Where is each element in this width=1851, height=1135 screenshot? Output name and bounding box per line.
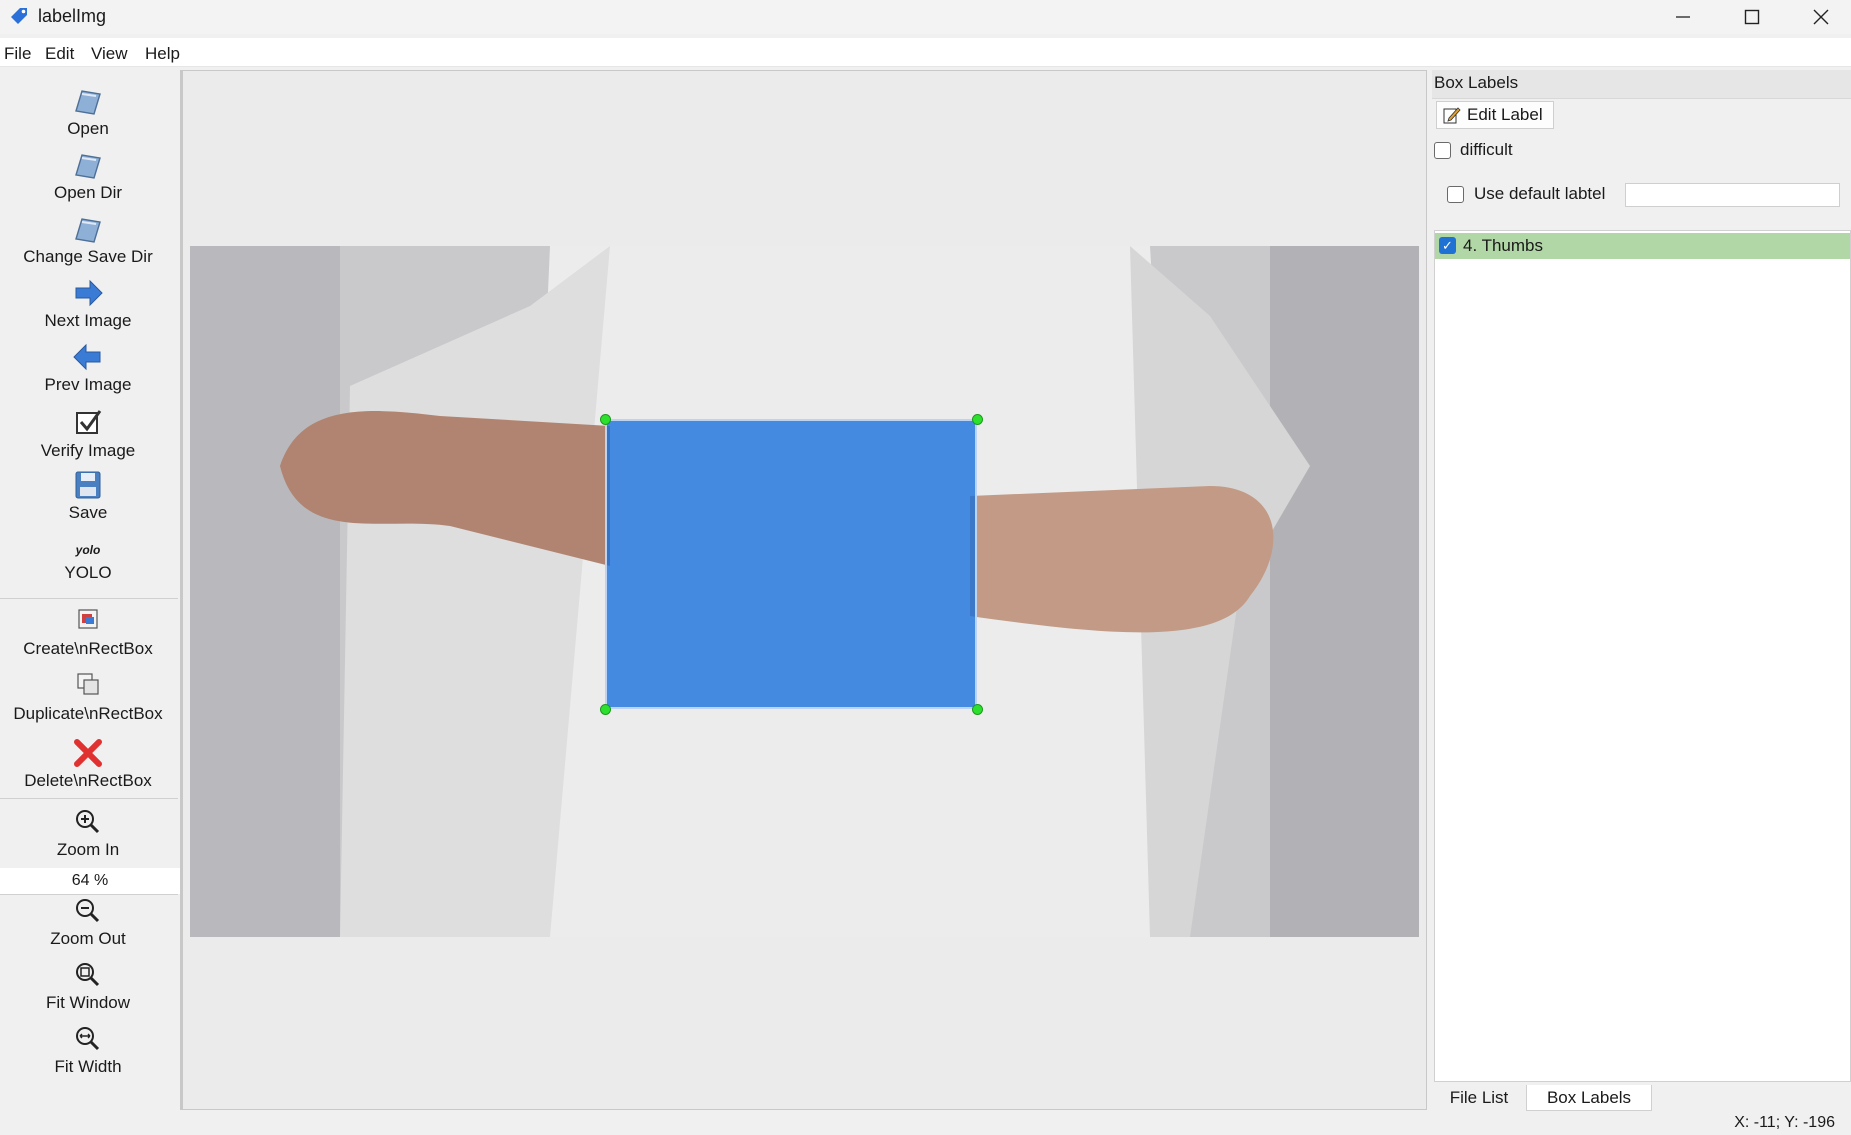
- window-title: labelImg: [38, 6, 107, 26]
- yolo-label: YOLO: [64, 563, 112, 582]
- open-folder-icon: [75, 90, 101, 115]
- default-label-input[interactable]: [1625, 183, 1840, 207]
- open-button[interactable]: Open: [0, 86, 176, 139]
- zoom-out-button[interactable]: Zoom Out: [0, 896, 176, 949]
- duplicate-rect-box-button[interactable]: Duplicate\nRectBox: [0, 671, 176, 724]
- save-label: Save: [68, 503, 108, 522]
- zoom-in-label: Zoom In: [56, 840, 120, 859]
- delete-rect-box-label: Delete\nRectBox: [24, 771, 152, 790]
- prev-image-button[interactable]: Prev Image: [0, 342, 176, 395]
- toolbar-divider: [0, 798, 178, 799]
- box-labels-panel: Box Labels Edit Label difficult Use defa…: [1432, 70, 1851, 1110]
- zoom-out-label: Zoom Out: [50, 929, 126, 948]
- menu-bar: File Edit View Help: [0, 38, 1851, 67]
- zoom-out-icon: [76, 899, 100, 923]
- edit-label-text: Edit Label: [1467, 105, 1543, 124]
- create-rect-box-button[interactable]: Create\nRectBox: [0, 606, 176, 659]
- title-bar: labelImg: [0, 0, 1851, 34]
- create-box-icon: [78, 609, 98, 629]
- zoom-in-button[interactable]: Zoom In: [0, 807, 176, 860]
- menu-file[interactable]: File: [4, 44, 31, 64]
- next-image-button[interactable]: Next Image: [0, 278, 176, 331]
- difficult-label: difficult: [1460, 140, 1513, 159]
- label-item-checkbox[interactable]: ✓: [1439, 237, 1456, 254]
- menu-help[interactable]: Help: [145, 44, 180, 64]
- duplicate-icon: [77, 673, 99, 695]
- box-handle-top-right[interactable]: [972, 414, 983, 425]
- arrow-right-icon: [75, 279, 103, 307]
- arrow-left-icon: [73, 343, 101, 371]
- tab-file-list[interactable]: File List: [1436, 1085, 1522, 1111]
- minimize-button[interactable]: [1652, 0, 1714, 34]
- change-save-dir-icon: [75, 218, 101, 243]
- menu-view[interactable]: View: [91, 44, 128, 64]
- verify-image-button[interactable]: Verify Image: [0, 408, 176, 461]
- box-handle-top-left[interactable]: [600, 414, 611, 425]
- use-default-label-text: Use default labtel: [1474, 184, 1606, 203]
- minimize-icon: [1676, 16, 1690, 18]
- close-button[interactable]: [1790, 0, 1851, 34]
- difficult-checkbox[interactable]: [1434, 142, 1451, 159]
- prev-image-label: Prev Image: [44, 375, 132, 394]
- fit-width-icon: [76, 1027, 100, 1051]
- delete-rect-box-button[interactable]: Delete\nRectBox: [0, 738, 176, 791]
- zoom-in-icon: [76, 810, 100, 834]
- open-label: Open: [67, 119, 109, 138]
- yolo-format-button[interactable]: yolo YOLO: [0, 540, 176, 583]
- floppy-disk-icon: [75, 471, 101, 499]
- checkbox-check-icon: [76, 410, 102, 434]
- use-default-label-checkbox[interactable]: [1447, 186, 1464, 203]
- fit-window-icon: [76, 963, 100, 987]
- label-list[interactable]: ✓ 4. Thumbs: [1434, 230, 1851, 1082]
- cursor-coordinates: X: -11; Y: -196: [1734, 1114, 1835, 1131]
- change-save-dir-button[interactable]: Change Save Dir: [0, 214, 176, 267]
- duplicate-rect-box-label: Duplicate\nRectBox: [13, 704, 163, 723]
- open-dir-label: Open Dir: [53, 183, 123, 202]
- close-icon: [1813, 9, 1829, 25]
- open-dir-icon: [75, 154, 101, 179]
- panel-title: Box Labels: [1434, 73, 1519, 92]
- bounding-box-thumbs[interactable]: [605, 419, 977, 709]
- verify-image-label: Verify Image: [40, 441, 136, 460]
- fit-window-button[interactable]: Fit Window: [0, 960, 176, 1013]
- label-item-text: 4. Thumbs: [1463, 236, 1544, 255]
- labelimg-app-icon: [11, 8, 27, 24]
- edit-label-button[interactable]: Edit Label: [1436, 101, 1554, 129]
- next-image-label: Next Image: [44, 311, 132, 330]
- tab-box-labels[interactable]: Box Labels: [1526, 1085, 1652, 1111]
- edit-pencil-icon: [1443, 107, 1461, 124]
- fit-window-label: Fit Window: [45, 993, 131, 1012]
- box-handle-bottom-right[interactable]: [972, 704, 983, 715]
- menu-edit[interactable]: Edit: [45, 44, 74, 64]
- maximize-button[interactable]: [1721, 0, 1783, 34]
- open-dir-button[interactable]: Open Dir: [0, 150, 176, 203]
- zoom-level-display[interactable]: 64 %: [0, 868, 180, 894]
- maximize-icon: [1744, 9, 1760, 25]
- fit-width-label: Fit Width: [54, 1057, 122, 1076]
- toolbar-divider: [0, 894, 178, 895]
- fit-width-button[interactable]: Fit Width: [0, 1024, 176, 1077]
- delete-x-icon: [74, 739, 102, 767]
- toolbar-divider: [0, 598, 178, 599]
- change-save-dir-label: Change Save Dir: [23, 247, 153, 266]
- left-toolbar: Open Open Dir Change Save Dir Next Image…: [0, 70, 182, 1110]
- save-button[interactable]: Save: [0, 470, 176, 523]
- box-handle-bottom-left[interactable]: [600, 704, 611, 715]
- label-list-item[interactable]: ✓ 4. Thumbs: [1435, 233, 1850, 259]
- status-bar: [0, 1112, 1851, 1135]
- yolo-icon: yolo: [75, 543, 101, 557]
- create-rect-box-label: Create\nRectBox: [23, 639, 153, 658]
